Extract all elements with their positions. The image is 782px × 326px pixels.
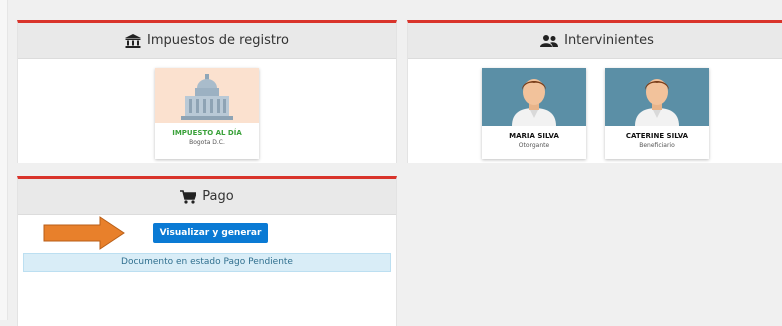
people-icon [540,34,559,47]
intervinientes-panel: Intervinientes MARIA SILVA Otorgante CAT… [407,20,782,163]
visualizar-generar-button[interactable]: Visualizar y generar [153,223,268,243]
capitol-building-image [155,68,259,123]
pago-panel-title: Pago [202,189,234,204]
impuestos-panel: Impuestos de registro IMPUESTO AL DÍA Bo… [17,20,397,163]
impuestos-panel-header: Impuestos de registro [18,23,396,59]
impuesto-card[interactable]: IMPUESTO AL DÍA Bogota D.C. [155,68,259,159]
intervinientes-panel-title: Intervinientes [564,33,654,48]
pago-panel-header: Pago [18,179,396,215]
left-edge [0,0,8,320]
bank-icon [125,33,142,48]
person-role: Beneficiario [639,142,675,149]
pago-panel: Pago Visualizar y generar Documento en e… [17,176,397,326]
person-card[interactable]: CATERINE SILVA Beneficiario [605,68,709,159]
person-name: CATERINE SILVA [625,132,689,140]
intervinientes-panel-header: Intervinientes [408,23,782,59]
impuestos-panel-title: Impuestos de registro [147,33,289,48]
orange-arrow-icon [43,216,125,250]
cart-icon [180,189,197,204]
impuesto-card-title: IMPUESTO AL DÍA [172,129,242,137]
person-name: MARIA SILVA [509,132,559,140]
person-role: Otorgante [518,142,550,149]
avatar [482,68,586,126]
impuesto-card-subtitle: Bogota D.C. [189,139,225,146]
status-alert: Documento en estado Pago Pendiente [23,253,391,272]
person-card[interactable]: MARIA SILVA Otorgante [482,68,586,159]
avatar [605,68,709,126]
